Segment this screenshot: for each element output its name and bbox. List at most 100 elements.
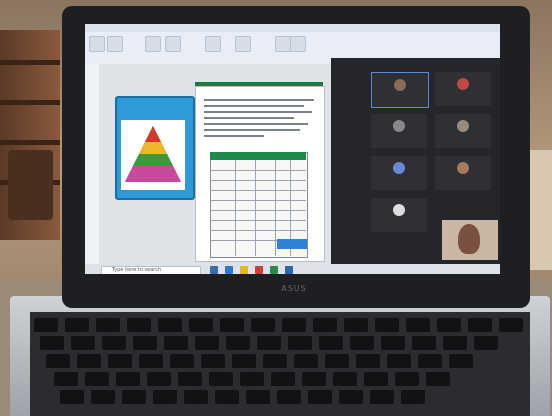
participant-tile[interactable] [371,156,427,190]
keyboard-key [443,336,467,350]
keyboard-key [474,336,498,350]
keyboard-key [246,390,270,404]
keyboard-key [370,390,394,404]
participant-tile[interactable] [371,114,427,148]
keyboard-key [350,336,374,350]
keyboard-key [85,372,109,386]
keyboard-key [54,372,78,386]
keyboard-key [333,372,357,386]
keyboard-key [108,354,132,368]
select-tool-icon[interactable] [89,36,105,52]
keyboard-key [499,318,523,332]
keyboard-key [147,372,171,386]
keyboard-key [426,372,450,386]
keyboard-key [401,390,425,404]
keyboard-key [178,372,202,386]
page-tool-icon[interactable] [205,36,221,52]
keyboard-key [232,354,256,368]
keyboard-key [344,318,368,332]
keyboard-key [325,354,349,368]
keyboard-key [226,336,250,350]
keyboard-key [271,372,295,386]
keyboard-key [375,318,399,332]
protect-tool-icon[interactable] [275,36,291,52]
annotate-tool-icon[interactable] [107,36,123,52]
left-tool-sidebar [85,64,100,264]
keyboard-key [406,318,430,332]
selected-button[interactable] [277,239,307,249]
taskbar-search-input[interactable]: Type here to search [101,266,201,274]
keyboard-key [34,318,58,332]
keyboard-key [116,372,140,386]
keyboard-key [220,318,244,332]
insert-tool-icon[interactable] [235,36,251,52]
participant-video-active[interactable] [442,220,498,260]
keyboard-key [215,390,239,404]
participant-tile[interactable] [435,72,491,106]
keyboard-key [364,372,388,386]
pyramid-graphic [125,126,181,182]
keyboard-key [184,390,208,404]
keyboard-key [170,354,194,368]
excel-icon[interactable] [270,266,278,274]
keyboard-key [302,372,326,386]
keyboard-key [60,390,84,404]
shape-tool-icon[interactable] [145,36,161,52]
keyboard-key [468,318,492,332]
title-bar [85,24,500,32]
keyboard-key [437,318,461,332]
pdf-app-icon[interactable] [255,266,263,274]
keyboard-key [294,354,318,368]
laptop-screen: Type here to search [85,24,500,274]
keyboard-key [122,390,146,404]
keyboard-key [282,318,306,332]
video-app-icon[interactable] [285,266,293,274]
keyboard-key [164,336,188,350]
keyboard-key [263,354,287,368]
keyboard-key [395,372,419,386]
keyboard-key [71,336,95,350]
keyboard-key [102,336,126,350]
share-tool-icon[interactable] [290,36,306,52]
keyboard-key [251,318,275,332]
keyboard-key [257,336,281,350]
keyboard-key [313,318,337,332]
keyboard-key [387,354,411,368]
participant-tile[interactable] [435,114,491,148]
keyboard-key [139,354,163,368]
keyboard-key [449,354,473,368]
keyboard-key [133,336,157,350]
keyboard-key [288,336,312,350]
keyboard-key [319,336,343,350]
keyboard-key [40,336,64,350]
participant-tile[interactable] [371,72,429,108]
participant-tile[interactable] [371,198,427,232]
participant-tile[interactable] [435,156,491,190]
taskview-icon[interactable] [210,266,218,274]
laptop-brand-logo: ASUS [281,284,307,293]
keyboard-key [127,318,151,332]
edge-icon[interactable] [225,266,233,274]
keyboard-key [308,390,332,404]
text-tool-icon[interactable] [165,36,181,52]
folder-icon[interactable] [240,266,248,274]
keyboard-key [209,372,233,386]
keyboard-key [91,390,115,404]
keyboard [30,312,530,416]
keyboard-key [418,354,442,368]
keyboard-key [240,372,264,386]
chair [8,150,53,220]
keyboard-key [381,336,405,350]
keyboard-key [77,354,101,368]
keyboard-key [158,318,182,332]
keyboard-key [195,336,219,350]
keyboard-key [189,318,213,332]
keyboard-key [201,354,225,368]
keyboard-key [96,318,120,332]
keyboard-key [65,318,89,332]
keyboard-key [339,390,363,404]
keyboard-key [412,336,436,350]
keyboard-key [153,390,177,404]
keyboard-key [46,354,70,368]
food-pyramid-image [121,120,185,190]
